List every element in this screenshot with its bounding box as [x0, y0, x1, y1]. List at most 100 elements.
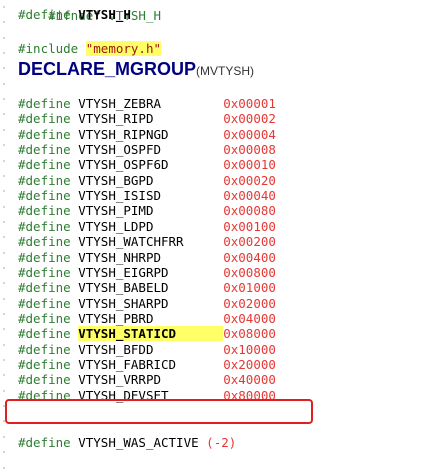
define-line: #define VTYSH_STATICD 0x08000 [18, 326, 276, 342]
gutter-marker [0, 324, 8, 337]
define-value: 0x00040 [223, 188, 276, 204]
define-value: 0x08000 [223, 326, 276, 342]
define-value: 0x40000 [223, 372, 276, 388]
define-name: VTYSH_NHRPD [78, 249, 162, 265]
define-value: (-2) [206, 435, 237, 450]
define-line: #define VTYSH_SHARPD 0x02000 [18, 296, 276, 311]
define-line: #define VTYSH_FABRICD 0x20000 [18, 357, 276, 372]
annotation-highlight-box [5, 399, 313, 424]
gutter-dot [3, 144, 5, 147]
define-name: VTYSH_RIPNGD [78, 126, 169, 142]
define-value: 0x10000 [223, 341, 276, 357]
define-line: #define VTYSH_OSPFD 0x00008 [18, 142, 276, 157]
gutter-marker [0, 248, 8, 261]
gutter-marker [0, 309, 8, 322]
gutter-dot [3, 21, 5, 24]
define-keyword: #define [18, 7, 71, 22]
gutter-marker [0, 186, 8, 199]
define-name: VTYSH_EIGRPD [78, 264, 169, 280]
gutter-dot [3, 343, 5, 346]
define-name: VTYSH_SHARPD [78, 295, 169, 311]
define-value: 0x00010 [223, 157, 276, 173]
define-name: VTYSH_BGPD [78, 172, 154, 188]
gutter-marker [0, 232, 8, 245]
gutter-dot [3, 359, 5, 362]
define-name: VTYSH_LDPD [78, 218, 154, 234]
gutter-dot [3, 389, 5, 392]
code-editor[interactable]: #ifndef VTYSH_H #define VTYSH_H #include… [18, 0, 429, 463]
define-name: VTYSH_BABELD [78, 280, 169, 296]
define-line: #define VTYSH_OSPF6D 0x00010 [18, 157, 276, 172]
define-name: VTYSH_ZEBRA [78, 96, 162, 111]
gutter-marker [0, 94, 8, 107]
declare-macro: DECLARE_MGROUP [18, 59, 197, 79]
gutter-dot [3, 174, 5, 177]
gutter-dot [3, 297, 5, 300]
define-name: VTYSH_BFDD [78, 341, 154, 357]
gutter-dot [3, 67, 5, 70]
define-line: #define VTYSH_LDPD 0x00100 [18, 219, 276, 234]
define-keyword: #define [18, 111, 71, 127]
define-line: #define VTYSH_VRRPD 0x40000 [18, 372, 276, 387]
define-value: 0x00100 [223, 218, 276, 234]
gutter-marker [0, 447, 8, 460]
define-value: 0x00800 [223, 264, 276, 280]
define-header-line: #define VTYSH_H [18, 7, 131, 22]
header-guard-name: VTYSH_H [78, 7, 131, 22]
gutter-dot [3, 266, 5, 269]
gutter-marker [0, 156, 8, 169]
gutter-marker [0, 48, 8, 61]
define-name: VTYSH_PBRD [78, 310, 154, 326]
define-keyword: #define [18, 341, 71, 357]
gutter-marker [0, 217, 8, 230]
define-line: #define VTYSH_EIGRPD 0x00800 [18, 265, 276, 280]
gutter-marker [0, 278, 8, 291]
define-name: VTYSH_PIMD [78, 203, 154, 219]
define-value: 0x20000 [223, 356, 276, 372]
define-line: #define VTYSH_RIPD 0x00002 [18, 111, 276, 126]
declare-mgroup-line: DECLARE_MGROUP(MVTYSH) [18, 58, 254, 80]
define-name: VTYSH_OSPFD [78, 142, 162, 158]
define-name: VTYSH_WATCHFRR [78, 234, 184, 250]
gutter-dot [3, 236, 5, 239]
gutter-dot [3, 374, 5, 377]
gutter-marker [0, 263, 8, 276]
declare-args: (MVTYSH) [196, 64, 255, 78]
gutter-dot [3, 128, 5, 131]
gutter-dot [3, 451, 5, 454]
define-name: VTYSH_RIPD [78, 111, 154, 127]
define-keyword: #define [18, 280, 71, 296]
gutter-marker [0, 109, 8, 122]
gutter-dot [3, 36, 5, 39]
gutter-marker [0, 17, 8, 30]
define-value: 0x00020 [223, 172, 276, 188]
gutter-marker [0, 140, 8, 153]
define-value: 0x00200 [223, 234, 276, 250]
gutter-dot [3, 313, 5, 315]
define-value: 0x02000 [223, 295, 276, 311]
gutter-marker [0, 355, 8, 368]
gutter-dot [3, 220, 5, 223]
define-line: #define VTYSH_BFDD 0x10000 [18, 342, 276, 357]
define-keyword: #define [18, 172, 71, 188]
define-name: VTYSH_FABRICD [78, 356, 177, 372]
define-name: VTYSH_WAS_ACTIVE [78, 435, 199, 450]
gutter-dot [3, 6, 5, 8]
define-keyword: #define [18, 157, 71, 173]
define-keyword: #define [18, 264, 71, 280]
gutter-marker [0, 125, 8, 138]
define-keyword: #define [18, 234, 71, 250]
define-value: 0x00002 [223, 111, 276, 127]
gutter-marker [0, 171, 8, 184]
define-line: #define VTYSH_ZEBRA 0x00001 [18, 96, 276, 111]
gutter-marker [0, 79, 8, 92]
include-file: "memory.h" [85, 41, 162, 56]
define-value: 0x01000 [223, 280, 276, 296]
gutter-dot [3, 435, 5, 438]
gutter-marker [0, 202, 8, 215]
define-keyword: #define [18, 310, 71, 326]
define-name: VTYSH_STATICD [78, 326, 224, 342]
define-keyword: #define [18, 142, 71, 158]
include-keyword: #include [18, 41, 79, 56]
define-line: #define VTYSH_RIPNGD 0x00004 [18, 127, 276, 142]
